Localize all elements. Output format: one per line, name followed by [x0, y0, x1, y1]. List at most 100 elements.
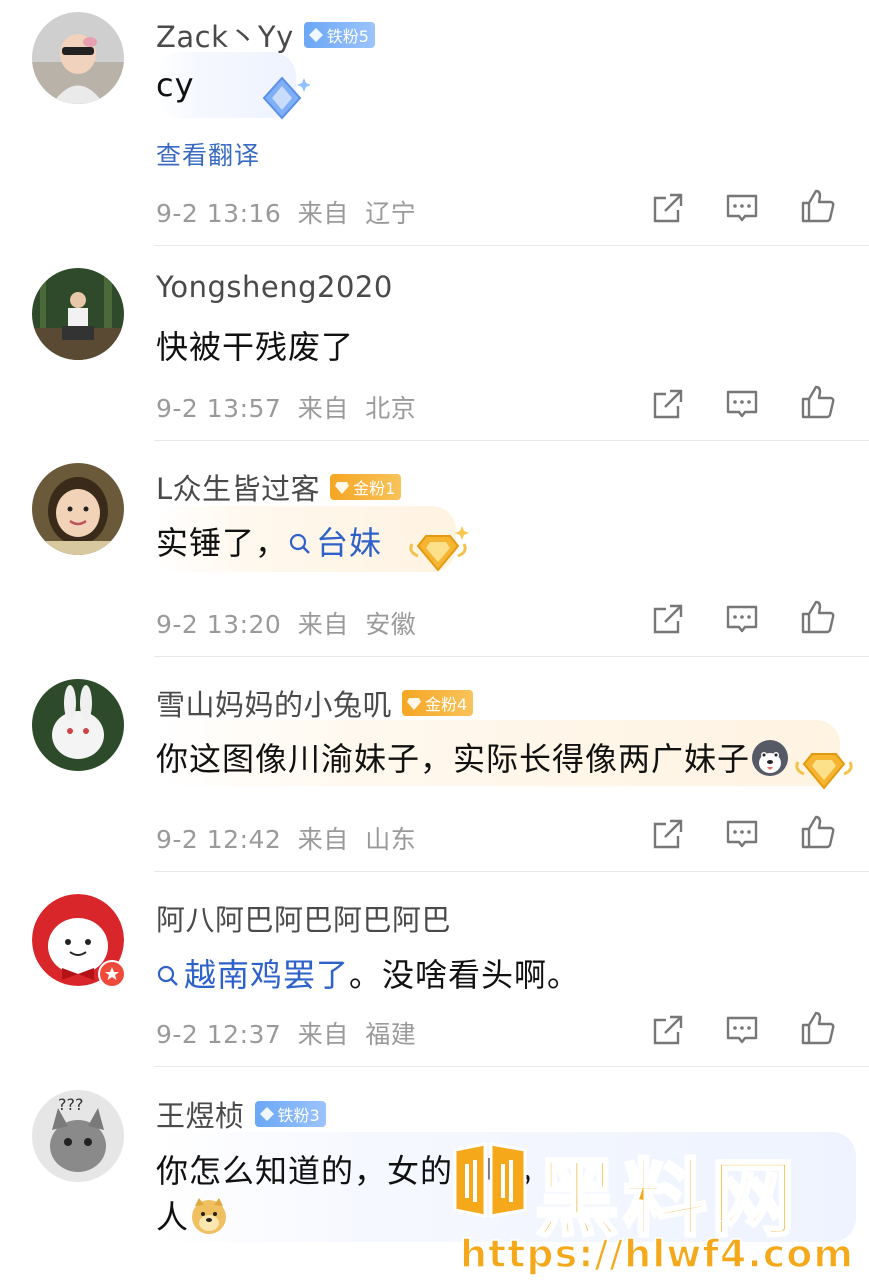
from-label: 来自 — [297, 394, 349, 423]
username-text[interactable]: Zack丶Yy — [156, 20, 294, 54]
comment-button[interactable] — [722, 1010, 762, 1050]
avatar-image: ??? — [32, 1090, 124, 1182]
avatar[interactable]: ??? — [32, 1090, 124, 1182]
comment-icon — [726, 1016, 758, 1044]
topic-text[interactable]: 台妹 — [316, 524, 382, 562]
comment-time: 9-2 13:57 — [156, 394, 282, 423]
like-button[interactable] — [798, 597, 838, 637]
comment-text-body: 你这图像川渝妹子，实际长得像两广妹子 — [156, 740, 751, 778]
from-label: 来自 — [297, 1020, 349, 1049]
like-icon — [801, 815, 835, 849]
topic-link[interactable]: 越南鸡罢了 — [156, 956, 349, 994]
comment-text: cy — [156, 66, 195, 104]
comment-text-line2: 人 — [156, 1192, 229, 1238]
username-text[interactable]: L众生皆过客 — [156, 472, 320, 506]
like-icon — [801, 1011, 835, 1045]
comment-button[interactable] — [722, 384, 762, 424]
translate-link[interactable]: 查看翻译 — [156, 136, 260, 172]
avatar[interactable] — [32, 679, 124, 771]
like-icon — [801, 189, 835, 223]
question-marks: ??? — [58, 1095, 83, 1114]
username-text[interactable]: 雪山妈妈的小兔叽 — [156, 688, 392, 722]
comment-location: 山东 — [365, 825, 417, 854]
search-icon — [157, 965, 178, 986]
comment-button[interactable] — [722, 814, 762, 854]
topic-link[interactable]: 台妹 — [288, 524, 382, 562]
husky-emoji-icon — [752, 740, 789, 776]
share-button[interactable] — [648, 384, 688, 424]
like-button[interactable] — [798, 186, 838, 226]
avatar-image — [32, 463, 124, 555]
avatar[interactable] — [32, 463, 124, 555]
comment-text-body: 人 — [156, 1198, 190, 1236]
divider — [154, 440, 869, 441]
share-icon — [653, 1015, 683, 1045]
avatar-image — [32, 268, 124, 360]
comment-location: 辽宁 — [365, 199, 417, 228]
comment-location: 福建 — [365, 1020, 417, 1049]
gold-diamond-icon — [407, 698, 422, 710]
comment-text: 实锤了， 台妹 — [156, 518, 382, 564]
username[interactable]: 王煜桢 铁粉3 — [156, 1093, 326, 1135]
comment-time: 9-2 13:20 — [156, 610, 282, 639]
comment-meta: 9-2 12:42 来自 山东 — [156, 820, 424, 856]
verified-badge-icon — [98, 960, 126, 988]
comment-text-body: 。没啥看头啊。 — [349, 956, 581, 994]
avatar[interactable] — [32, 12, 124, 104]
avatar[interactable] — [32, 894, 126, 988]
share-icon — [653, 819, 683, 849]
share-button[interactable] — [648, 599, 688, 639]
fan-badge[interactable]: 铁粉3 — [254, 1101, 326, 1127]
username[interactable]: Yongsheng2020 — [156, 270, 393, 304]
avatar[interactable] — [32, 268, 124, 360]
username[interactable]: Zack丶Yy 铁粉5 — [156, 14, 375, 56]
avatar-image — [32, 12, 124, 104]
comment-location: 安徽 — [365, 610, 417, 639]
badge-label: 金粉1 — [353, 479, 396, 498]
from-label: 来自 — [297, 610, 349, 639]
comment-text: 越南鸡罢了。没啥看头啊。 — [156, 950, 580, 996]
like-icon — [801, 385, 835, 419]
comment-time: 9-2 12:37 — [156, 1020, 282, 1049]
username[interactable]: 雪山妈妈的小兔叽 金粉4 — [156, 682, 474, 724]
comment-meta: 9-2 12:37 来自 福建 — [156, 1015, 424, 1051]
share-button[interactable] — [648, 1010, 688, 1050]
comment-location: 北京 — [365, 394, 417, 423]
comment-button[interactable] — [722, 188, 762, 228]
fan-badge[interactable]: 金粉1 — [330, 474, 402, 500]
doge-emoji-icon — [192, 1198, 227, 1234]
comment-icon — [726, 390, 758, 418]
username[interactable]: L众生皆过客 金粉1 — [156, 466, 402, 508]
topic-text[interactable]: 越南鸡罢了 — [184, 956, 349, 994]
gold-crown-decoration-icon — [409, 526, 469, 572]
comment-meta: 9-2 13:20 来自 安徽 — [156, 605, 424, 641]
comment-meta: 9-2 13:57 来自 北京 — [156, 389, 424, 425]
from-label: 来自 — [297, 199, 349, 228]
username[interactable]: 阿八阿巴阿巴阿巴阿巴 — [156, 897, 451, 939]
like-button[interactable] — [798, 1008, 838, 1048]
comment-icon — [726, 194, 758, 222]
gold-diamond-icon — [335, 482, 350, 494]
diamond-decoration-icon — [262, 76, 310, 120]
fan-badge[interactable]: 铁粉5 — [303, 22, 375, 48]
comment-button[interactable] — [722, 599, 762, 639]
share-button[interactable] — [648, 188, 688, 228]
divider — [154, 871, 869, 872]
comment-time: 9-2 12:42 — [156, 825, 282, 854]
comment-icon — [726, 605, 758, 633]
divider — [154, 245, 869, 246]
diamond-icon — [308, 28, 323, 42]
search-icon — [289, 533, 310, 554]
share-icon — [653, 604, 683, 634]
fan-badge[interactable]: 金粉4 — [402, 690, 474, 716]
comment-icon — [726, 820, 758, 848]
share-button[interactable] — [648, 814, 688, 854]
divider — [154, 1066, 869, 1067]
avatar-image — [32, 679, 124, 771]
divider — [154, 656, 869, 657]
watermark-url: https://hlwf4.com — [459, 1231, 854, 1277]
comment-text-body: 实锤了， — [156, 524, 289, 562]
like-button[interactable] — [798, 382, 838, 422]
username-text[interactable]: 王煜桢 — [156, 1099, 245, 1133]
like-button[interactable] — [798, 812, 838, 852]
